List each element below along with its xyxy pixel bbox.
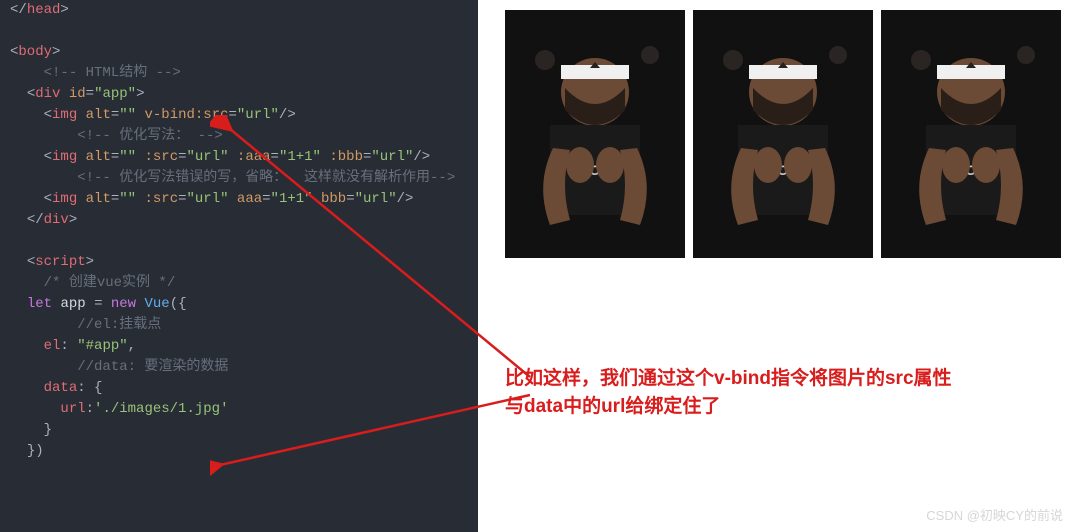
image-preview-row: R O K R O K [505,10,1061,258]
code-editor-pane: </head> <body> <!-- HTML结构 --> <div id="… [0,0,478,532]
code-content: </head> <body> <!-- HTML结构 --> <div id="… [10,0,468,462]
person-photo-icon: R O K [881,10,1061,258]
code-comment: //el:挂载点 [44,317,162,333]
person-photo-icon: R O K [693,10,873,258]
code-comment: /* 创建vue实例 */ [27,275,175,291]
person-photo-icon: R O K [505,10,685,258]
preview-image: R O K [505,10,685,258]
preview-image: R O K [693,10,873,258]
code-comment: <!-- 优化写法： --> [44,128,223,144]
annotation-line: 比如这样，我们通过这个v-bind指令将图片的src属性 [505,365,1060,393]
preview-image: R O K [881,10,1061,258]
annotation-line: 与data中的url给绑定住了 [505,393,1060,421]
watermark-text: CSDN @初映CY的前说 [926,505,1063,524]
annotation-text: 比如这样，我们通过这个v-bind指令将图片的src属性 与data中的url给… [505,365,1060,421]
code-comment: //data: 要渲染的数据 [44,359,229,375]
code-comment: <!-- HTML结构 --> [27,65,181,81]
code-comment: <!-- 优化写法错误的写，省略： 这样就没有解析作用--> [44,170,456,186]
